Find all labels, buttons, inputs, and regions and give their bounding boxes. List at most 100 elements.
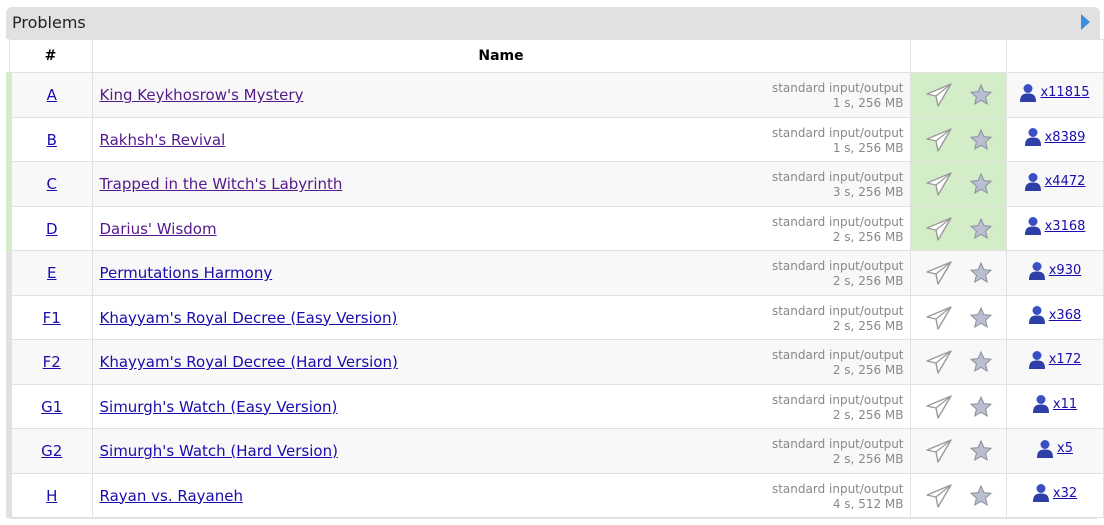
problem-index-link[interactable]: E — [47, 264, 56, 282]
actions-cell — [909, 339, 1007, 385]
user-icon — [1028, 261, 1045, 280]
star-icon[interactable] — [969, 350, 993, 374]
solved-count-cell: x4472 — [1005, 161, 1104, 207]
time-memory-limit: 2 s, 256 MB — [832, 229, 904, 244]
problem-limits: standard input/output 2 s, 256 MB — [772, 259, 904, 289]
io-type: standard input/output — [771, 81, 904, 95]
solved-count-link[interactable]: x32 — [1053, 486, 1077, 501]
problem-name-link[interactable]: Rayan vs. Rayaneh — [100, 487, 243, 505]
io-type: standard input/output — [771, 392, 904, 407]
paper-plane-icon[interactable] — [925, 260, 953, 286]
problem-index-cell: B — [6, 116, 93, 162]
table-row: A King Keykhosrow's Mystery standard inp… — [6, 72, 1104, 118]
io-type: standard input/output — [771, 259, 904, 273]
solved-count-link[interactable]: x3168 — [1045, 219, 1086, 234]
problem-name-link[interactable]: Trapped in the Witch's Labyrinth — [100, 175, 343, 193]
time-memory-limit: 1 s, 256 MB — [832, 140, 904, 155]
user-icon — [1028, 306, 1045, 325]
problem-name-link[interactable]: Simurgh's Watch (Easy Version) — [100, 398, 338, 416]
paper-plane-icon[interactable] — [925, 394, 953, 420]
star-icon[interactable] — [969, 306, 993, 330]
star-icon[interactable] — [969, 128, 993, 152]
star-icon[interactable] — [969, 484, 993, 508]
solved-count-cell: x5 — [1005, 428, 1104, 474]
solved-count-link[interactable]: x5 — [1057, 441, 1073, 456]
paper-plane-icon[interactable] — [925, 349, 953, 375]
problem-index-link[interactable]: G2 — [41, 442, 62, 460]
header-actions — [909, 39, 1007, 73]
table-row: H Rayan vs. Rayaneh standard input/outpu… — [6, 472, 1104, 518]
problem-index-link[interactable]: C — [47, 175, 57, 193]
problem-name-cell: King Keykhosrow's Mystery standard input… — [91, 72, 911, 118]
paper-plane-icon[interactable] — [925, 171, 953, 197]
solved-count-link[interactable]: x11815 — [1040, 85, 1089, 100]
paper-plane-icon[interactable] — [925, 127, 953, 153]
paper-plane-icon[interactable] — [925, 483, 953, 509]
star-icon[interactable] — [969, 439, 993, 463]
problem-index-cell: F1 — [6, 294, 93, 340]
io-type: standard input/output — [771, 303, 904, 318]
problem-index-link[interactable]: F1 — [43, 309, 61, 327]
actions-cell — [909, 250, 1007, 296]
problem-index-link[interactable]: A — [47, 86, 57, 104]
actions-cell — [909, 294, 1007, 340]
solved-count-link[interactable]: x11 — [1053, 397, 1077, 412]
paper-plane-icon[interactable] — [925, 438, 953, 464]
problem-index-link[interactable]: G1 — [41, 398, 62, 416]
problem-limits: standard input/output 2 s, 256 MB — [772, 304, 904, 334]
solved-count-cell: x3168 — [1005, 205, 1104, 251]
solved-count-link[interactable]: x8389 — [1045, 130, 1086, 145]
io-type: standard input/output — [771, 348, 904, 362]
solved-count-cell: x172 — [1005, 339, 1104, 385]
solved-count-link[interactable]: x4472 — [1045, 174, 1086, 189]
star-icon[interactable] — [969, 83, 993, 107]
paper-plane-icon[interactable] — [925, 216, 953, 242]
problem-limits: standard input/output 1 s, 256 MB — [772, 126, 904, 156]
problem-index-cell: G2 — [6, 428, 93, 474]
io-type: standard input/output — [771, 437, 904, 451]
problem-name-link[interactable]: Khayyam's Royal Decree (Easy Version) — [100, 309, 398, 327]
problem-index-cell: D — [6, 205, 93, 251]
problem-limits: standard input/output 2 s, 256 MB — [772, 348, 904, 378]
problem-name-cell: Khayyam's Royal Decree (Easy Version) st… — [91, 294, 911, 340]
time-memory-limit: 4 s, 512 MB — [832, 496, 904, 511]
problem-name-cell: Simurgh's Watch (Hard Version) standard … — [91, 428, 911, 474]
problems-table: # Name A King Keykhosrow's Mystery stand… — [6, 39, 1104, 518]
star-icon[interactable] — [969, 217, 993, 241]
problem-name-link[interactable]: Darius' Wisdom — [100, 220, 217, 238]
time-memory-limit: 1 s, 256 MB — [832, 96, 904, 110]
user-icon — [1024, 217, 1041, 236]
problem-index-link[interactable]: B — [47, 131, 57, 149]
solved-count-link[interactable]: x930 — [1049, 263, 1082, 278]
table-row: F1 Khayyam's Royal Decree (Easy Version)… — [6, 294, 1104, 340]
solved-count-link[interactable]: x368 — [1049, 308, 1082, 323]
problems-panel: Problems # Name A King Keykhosrow's Myst… — [6, 7, 1104, 519]
problem-name-link[interactable]: Khayyam's Royal Decree (Hard Version) — [100, 353, 398, 371]
problem-index-link[interactable]: H — [46, 487, 57, 505]
problem-index-link[interactable]: D — [46, 220, 58, 238]
solved-count-link[interactable]: x172 — [1049, 352, 1082, 367]
paper-plane-icon[interactable] — [925, 305, 953, 331]
user-icon — [1020, 83, 1037, 102]
time-memory-limit: 2 s, 256 MB — [832, 274, 904, 288]
actions-cell — [909, 72, 1007, 118]
paper-plane-icon[interactable] — [925, 82, 953, 108]
problem-index-cell: A — [6, 72, 93, 118]
problem-name-cell: Rayan vs. Rayaneh standard input/output … — [91, 472, 911, 518]
user-icon — [1024, 172, 1041, 191]
problem-name-link[interactable]: Rakhsh's Revival — [100, 131, 226, 149]
star-icon[interactable] — [969, 172, 993, 196]
triangle-right-icon[interactable] — [1081, 14, 1090, 30]
header-name: Name — [91, 39, 911, 73]
solved-count-cell: x368 — [1005, 294, 1104, 340]
problem-index-link[interactable]: F2 — [43, 353, 61, 371]
star-icon[interactable] — [969, 395, 993, 419]
problem-name-cell: Permutations Harmony standard input/outp… — [91, 250, 911, 296]
problem-index-cell: C — [6, 161, 93, 207]
problem-limits: standard input/output 1 s, 256 MB — [772, 81, 904, 111]
star-icon[interactable] — [969, 261, 993, 285]
problem-name-link[interactable]: King Keykhosrow's Mystery — [100, 86, 304, 104]
problem-limits: standard input/output 2 s, 256 MB — [772, 215, 904, 245]
problem-name-link[interactable]: Simurgh's Watch (Hard Version) — [100, 442, 338, 460]
problem-name-link[interactable]: Permutations Harmony — [100, 264, 273, 282]
